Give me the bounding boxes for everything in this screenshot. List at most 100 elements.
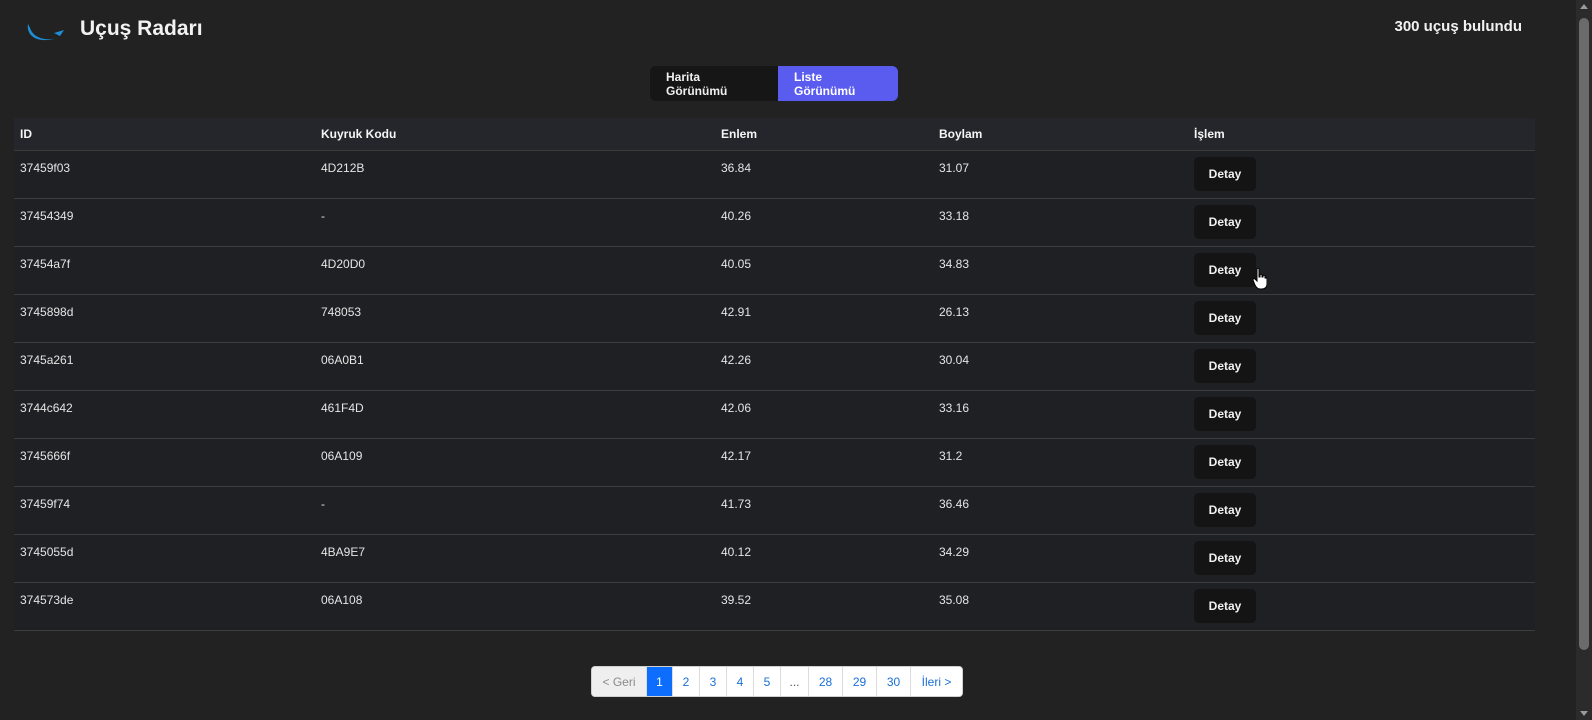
cell-id: 374573de bbox=[20, 593, 74, 607]
cell-latitude: 41.73 bbox=[721, 497, 752, 511]
table-row: 3745666f 06A109 42.17 31.2 Detay bbox=[14, 439, 1535, 487]
detail-button[interactable]: Detay bbox=[1194, 493, 1256, 527]
page-button-29[interactable]: 29 bbox=[842, 667, 876, 696]
cell-latitude: 42.91 bbox=[721, 305, 752, 319]
app-title: Uçuş Radarı bbox=[80, 17, 203, 40]
detail-button[interactable]: Detay bbox=[1194, 445, 1256, 479]
scroll-thumb[interactable] bbox=[1579, 18, 1589, 650]
cell-action: Detay bbox=[1188, 199, 1535, 246]
table-row: 3745055d 4BA9E7 40.12 34.29 Detay bbox=[14, 535, 1535, 583]
column-header-tail: Kuyruk Kodu bbox=[321, 127, 397, 141]
cell-latitude: 40.26 bbox=[721, 209, 752, 223]
cell-latitude: 40.12 bbox=[721, 545, 752, 559]
cell-latitude: 42.17 bbox=[721, 449, 752, 463]
page-button-30[interactable]: 30 bbox=[876, 667, 910, 696]
table-row: 3744c642 461F4D 42.06 33.16 Detay bbox=[14, 391, 1535, 439]
page-button-2[interactable]: 2 bbox=[672, 667, 699, 696]
view-toggle: Harita Görünümü Liste Görünümü bbox=[650, 66, 898, 101]
cell-action: Detay bbox=[1188, 151, 1535, 198]
page-button-3[interactable]: 3 bbox=[699, 667, 726, 696]
detail-button[interactable]: Detay bbox=[1194, 301, 1256, 335]
detail-button[interactable]: Detay bbox=[1194, 349, 1256, 383]
cell-longitude: 31.07 bbox=[939, 161, 970, 175]
cell-latitude: 36.84 bbox=[721, 161, 752, 175]
flights-table: ID Kuyruk Kodu Enlem Boylam İşlem 37459f… bbox=[14, 118, 1535, 631]
cell-id: 3745055d bbox=[20, 545, 74, 559]
pagination: < Geri 1 2 3 4 5 ... 28 29 30 İleri > bbox=[591, 666, 963, 697]
cell-id: 3745a261 bbox=[20, 353, 74, 367]
map-view-button[interactable]: Harita Görünümü bbox=[650, 66, 778, 101]
cell-id: 37454349 bbox=[20, 209, 74, 223]
detail-button[interactable]: Detay bbox=[1194, 253, 1256, 287]
page-button-28[interactable]: 28 bbox=[808, 667, 842, 696]
table-row: 3745898d 748053 42.91 26.13 Detay bbox=[14, 295, 1535, 343]
cell-latitude: 40.05 bbox=[721, 257, 752, 271]
cell-tail-code: 461F4D bbox=[321, 401, 364, 415]
cell-tail-code: 4D20D0 bbox=[321, 257, 366, 271]
detail-button[interactable]: Detay bbox=[1194, 589, 1256, 623]
cell-longitude: 36.46 bbox=[939, 497, 970, 511]
column-header-id: ID bbox=[20, 127, 32, 141]
cell-tail-code: - bbox=[321, 209, 325, 223]
cell-action: Detay bbox=[1188, 487, 1535, 534]
cell-tail-code: 06A109 bbox=[321, 449, 363, 463]
cell-id: 3745666f bbox=[20, 449, 71, 463]
table-row: 37459f74 - 41.73 36.46 Detay bbox=[14, 487, 1535, 535]
app-logo bbox=[24, 16, 66, 48]
cell-longitude: 35.08 bbox=[939, 593, 970, 607]
column-header-action: İşlem bbox=[1194, 127, 1225, 141]
cell-latitude: 42.06 bbox=[721, 401, 752, 415]
detail-button[interactable]: Detay bbox=[1194, 541, 1256, 575]
cell-id: 37459f03 bbox=[20, 161, 71, 175]
flight-count: 300 uçuş bulundu bbox=[1394, 18, 1522, 35]
next-page-button[interactable]: İleri > bbox=[910, 667, 962, 696]
cell-tail-code: - bbox=[321, 497, 325, 511]
page-button-5[interactable]: 5 bbox=[753, 667, 780, 696]
table-row: 37454a7f 4D20D0 40.05 34.83 Detay bbox=[14, 247, 1535, 295]
cell-tail-code: 06A108 bbox=[321, 593, 363, 607]
detail-button[interactable]: Detay bbox=[1194, 397, 1256, 431]
table-row: 374573de 06A108 39.52 35.08 Detay bbox=[14, 583, 1535, 631]
cell-longitude: 33.18 bbox=[939, 209, 970, 223]
page-ellipsis: ... bbox=[780, 667, 808, 696]
detail-button[interactable]: Detay bbox=[1194, 157, 1256, 191]
cell-tail-code: 748053 bbox=[321, 305, 362, 319]
table-row: 3745a261 06A0B1 42.26 30.04 Detay bbox=[14, 343, 1535, 391]
prev-page-button[interactable]: < Geri bbox=[592, 667, 646, 696]
cell-latitude: 39.52 bbox=[721, 593, 752, 607]
cell-id: 37454a7f bbox=[20, 257, 71, 271]
scroll-down-icon[interactable] bbox=[1580, 711, 1588, 716]
cell-id: 37459f74 bbox=[20, 497, 71, 511]
table-body: 37459f03 4D212B 36.84 31.07 Detay 37454349 - 40… bbox=[14, 151, 1535, 631]
hand-cursor-icon bbox=[1253, 268, 1267, 290]
page-button-4[interactable]: 4 bbox=[726, 667, 753, 696]
detail-button[interactable]: Detay bbox=[1194, 205, 1256, 239]
cell-longitude: 33.16 bbox=[939, 401, 970, 415]
scroll-up-icon[interactable] bbox=[1580, 4, 1588, 9]
cell-action: Detay bbox=[1188, 295, 1535, 342]
cell-longitude: 31.2 bbox=[939, 449, 963, 463]
table-header: ID Kuyruk Kodu Enlem Boylam İşlem bbox=[14, 118, 1535, 151]
cell-action: Detay bbox=[1188, 583, 1535, 630]
cell-action: Detay bbox=[1188, 343, 1535, 390]
table-row: 37454349 - 40.26 33.18 Detay bbox=[14, 199, 1535, 247]
cell-tail-code: 06A0B1 bbox=[321, 353, 364, 367]
page-button-1[interactable]: 1 bbox=[646, 667, 672, 696]
cell-action: Detay bbox=[1188, 391, 1535, 438]
cell-id: 3745898d bbox=[20, 305, 74, 319]
cell-tail-code: 4D212B bbox=[321, 161, 365, 175]
cell-longitude: 30.04 bbox=[939, 353, 970, 367]
plane-swoosh-icon bbox=[27, 24, 65, 41]
cell-longitude: 34.29 bbox=[939, 545, 970, 559]
cell-id: 3744c642 bbox=[20, 401, 73, 415]
cell-tail-code: 4BA9E7 bbox=[321, 545, 366, 559]
table-row: 37459f03 4D212B 36.84 31.07 Detay bbox=[14, 151, 1535, 199]
column-header-lon: Boylam bbox=[939, 127, 983, 141]
cell-longitude: 26.13 bbox=[939, 305, 970, 319]
cell-latitude: 42.26 bbox=[721, 353, 752, 367]
vertical-scrollbar[interactable] bbox=[1576, 0, 1592, 720]
cell-action: Detay bbox=[1188, 439, 1535, 486]
list-view-button[interactable]: Liste Görünümü bbox=[778, 66, 898, 101]
cell-action: Detay bbox=[1188, 535, 1535, 582]
cell-action: Detay bbox=[1188, 247, 1535, 294]
